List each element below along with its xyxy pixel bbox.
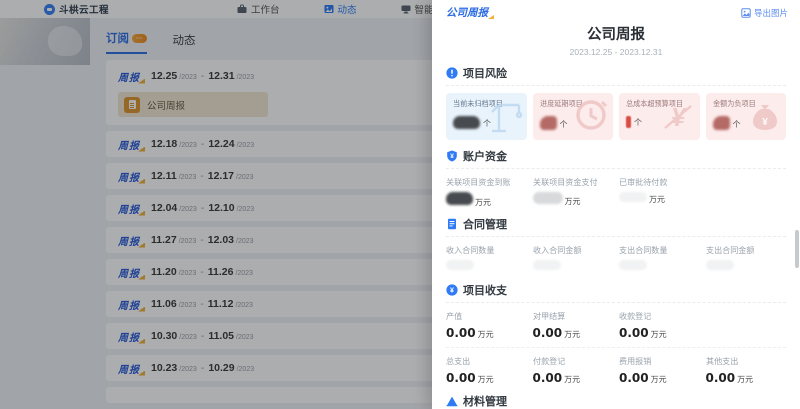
stat-unit: 万元	[651, 329, 667, 340]
section-title: 项目收支	[463, 282, 507, 298]
panel-body: 项目风险 当前未归档项目 个 进度延期项目 个 总成本超预算项目 个 ¥ 金额为…	[432, 65, 800, 409]
risk-card-unit: 个	[634, 117, 642, 128]
svg-text:¥: ¥	[762, 117, 768, 128]
coin-icon: ¥	[446, 284, 458, 296]
stat-value: 0.00	[619, 326, 649, 340]
stat: 收款登记 0.00 万元	[619, 310, 700, 340]
image-icon	[741, 8, 751, 18]
section-title: 账户资金	[463, 148, 507, 164]
risk-card-unit: 个	[733, 119, 741, 130]
warning-icon	[446, 67, 458, 79]
risk-card: 当前未归档项目 个	[446, 93, 527, 140]
risk-card: 进度延期项目 个	[533, 93, 614, 140]
redacted-value	[453, 116, 480, 129]
stat-value: 0.00	[533, 371, 563, 385]
stat-label: 费用报销	[619, 355, 695, 366]
stat-label: 收入合同数量	[446, 244, 522, 255]
stat: 其他支出 0.00 万元	[706, 355, 787, 385]
weekly-report-panel: 公司周报 导出图片 公司周报 2023.12.25 - 2023.12.31 项…	[432, 0, 800, 409]
panel-header: 公司周报 导出图片	[432, 0, 800, 20]
stat-label: 产值	[446, 310, 522, 321]
redacted-value	[619, 260, 647, 270]
stat-value: 0.00	[706, 371, 736, 385]
stat: 支出合同数量	[619, 244, 700, 274]
section-title: 材料管理	[463, 393, 507, 409]
stat: 关联项目资金支付 万元	[533, 176, 614, 208]
stat-unit: 万元	[565, 196, 581, 207]
risk-card: 总成本超预算项目 个 ¥	[619, 93, 700, 140]
redacted-value	[713, 116, 730, 130]
section-project-risk: 项目风险 当前未归档项目 个 进度延期项目 个 总成本超预算项目 个 ¥ 金额为…	[446, 65, 786, 140]
stat: 收入合同数量	[446, 244, 527, 274]
section-title: 合同管理	[463, 216, 507, 232]
redacted-value	[706, 260, 734, 270]
stat-label: 支出合同数量	[619, 244, 695, 255]
panel-scrollbar-thumb[interactable]	[795, 230, 799, 268]
app: 斗栱云工程 工作台 动态 智能验收··· 订阅 ··· 动态 周报 12.25/…	[0, 0, 800, 409]
svg-text:¥: ¥	[450, 287, 454, 294]
stat-label: 关联项目资金支付	[533, 176, 609, 187]
stat-label: 其他支出	[706, 355, 782, 366]
section-title: 项目风险	[463, 65, 507, 81]
redacted-value	[619, 192, 647, 202]
report-title: 公司周报	[432, 23, 800, 44]
stat-unit: 万元	[564, 329, 580, 340]
stat: 已审批待付款 万元	[619, 176, 700, 208]
section-project-balance: ¥ 项目收支 产值 0.00 万元 对甲结算 0.00 万元 收款登记 0.00…	[446, 282, 786, 385]
cone-icon	[446, 395, 458, 407]
risk-card: 金额为负项目 个 ¥	[706, 93, 787, 140]
stat-label: 收入合同金额	[533, 244, 609, 255]
stat-unit: 万元	[564, 374, 580, 385]
export-image-label: 导出图片	[754, 7, 788, 19]
stat-value: 0.00	[446, 371, 476, 385]
stat: 付款登记 0.00 万元	[533, 355, 614, 385]
stat-label: 对甲结算	[533, 310, 609, 321]
stat-value: 0.00	[619, 371, 649, 385]
stat-label: 总支出	[446, 355, 522, 366]
redacted-value	[540, 116, 557, 130]
stat-label: 收款登记	[619, 310, 695, 321]
stat-label: 已审批待付款	[619, 176, 695, 187]
stat: 关联项目资金到账 万元	[446, 176, 527, 208]
redacted-value	[446, 260, 474, 270]
contract-icon	[446, 218, 458, 230]
section-account-funds: ¥ 账户资金 关联项目资金到账 万元 关联项目资金支付 万元 已审批待付款 万元	[446, 148, 786, 208]
risk-card-unit: 个	[560, 119, 568, 130]
panel-header-title: 公司周报	[446, 5, 492, 20]
section-contracts: 合同管理 收入合同数量 收入合同金额 支出合同数量 支出合同金额	[446, 216, 786, 274]
export-image-button[interactable]: 导出图片	[741, 7, 788, 19]
stat-unit: 万元	[651, 374, 667, 385]
redacted-value	[533, 260, 561, 270]
stat: 产值 0.00 万元	[446, 310, 527, 340]
stat: 总支出 0.00 万元	[446, 355, 527, 385]
stat: 支出合同金额	[706, 244, 787, 274]
stat-label: 支出合同金额	[706, 244, 782, 255]
redacted-value	[446, 192, 473, 205]
stat: 费用报销 0.00 万元	[619, 355, 700, 385]
stat-unit: 万元	[475, 197, 491, 208]
stat-unit: 万元	[478, 374, 494, 385]
redacted-value	[533, 192, 563, 204]
clock-icon	[572, 96, 610, 139]
yuan-icon: ¥	[659, 100, 697, 139]
stat-unit: 万元	[649, 194, 665, 205]
stat-unit: 万元	[478, 329, 494, 340]
shield-icon: ¥	[446, 150, 458, 162]
redacted-value	[626, 116, 631, 128]
stat-value: 0.00	[533, 326, 563, 340]
stat: 对甲结算 0.00 万元	[533, 310, 614, 340]
stat-unit: 万元	[737, 374, 753, 385]
svg-text:¥: ¥	[450, 153, 454, 160]
moneybag-icon: ¥	[747, 98, 783, 139]
report-date-range: 2023.12.25 - 2023.12.31	[432, 47, 800, 57]
stat-label: 付款登记	[533, 355, 609, 366]
crane-icon	[484, 96, 524, 139]
stat: 收入合同金额	[533, 244, 614, 274]
stat-label: 关联项目资金到账	[446, 176, 522, 187]
section-materials: 材料管理 采购订单数量 0 个 采购订单金额 0.00 万元 入库单金额 0.0…	[446, 393, 786, 409]
stat-value: 0.00	[446, 326, 476, 340]
